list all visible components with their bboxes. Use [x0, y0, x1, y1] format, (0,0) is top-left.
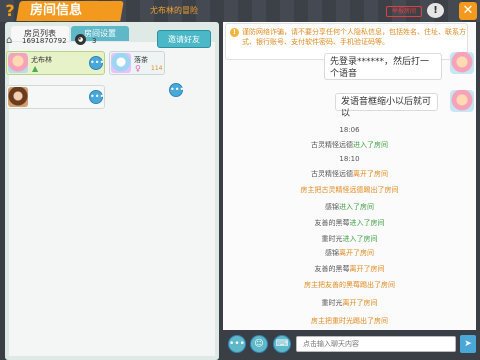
- home-icon: ⌂: [6, 35, 13, 46]
- player-count: 3: [92, 37, 97, 45]
- player-count-icon: ◕: [75, 34, 86, 45]
- chat-message: 发语音框缩小以后就可以: [335, 93, 438, 119]
- system-event: 房主把友善的黑莓踢出了房间: [223, 280, 476, 290]
- notice-text: 谨防网络诈骗，请不要分享任何个人隐私信息，包括姓名、住址、联系方式、银行账号、支…: [242, 28, 466, 46]
- help-icon[interactable]: ?: [4, 2, 16, 20]
- page-title: 房间信息: [30, 3, 83, 18]
- more-options-button[interactable]: •••: [169, 83, 184, 97]
- avatar: [8, 87, 28, 107]
- event-actor: 感锦: [325, 203, 339, 211]
- event-actor: 友善的黑莓: [314, 219, 350, 227]
- system-event: 重时光离开了房间: [223, 298, 476, 308]
- event-action: 离开了房间: [353, 170, 388, 178]
- avatar[interactable]: [450, 90, 474, 112]
- event-actor: 重时光: [321, 299, 343, 307]
- event-action: 进入了房间: [342, 235, 378, 243]
- event-actor: 古灵精怪远德: [311, 141, 353, 149]
- event-action: 进入了房间: [349, 219, 385, 227]
- chat-panel: ! 谨防网络诈骗，请不要分享任何个人隐私信息，包括姓名、住址、联系方式、银行账号…: [223, 22, 476, 360]
- warning-icon[interactable]: !: [427, 3, 444, 18]
- send-button[interactable]: ➤: [460, 335, 476, 353]
- event-actor: 古灵精怪远德: [311, 170, 353, 178]
- owner-up-icon: ▲: [32, 64, 39, 73]
- event-action: 离开了房间: [339, 249, 374, 257]
- report-room-button[interactable]: 举报房间: [386, 6, 422, 17]
- avatar[interactable]: [450, 52, 474, 74]
- event-action: 踢出了房间: [353, 317, 388, 325]
- player-card[interactable]: •••: [6, 85, 105, 109]
- player-score: 114: [151, 65, 163, 72]
- timestamp-text: 18:06: [339, 126, 360, 134]
- timestamp-text: 18:10: [339, 155, 360, 163]
- close-button[interactable]: ✕: [459, 2, 477, 20]
- invite-friends-button[interactable]: 邀请好友: [157, 30, 211, 48]
- avatar: [111, 53, 131, 73]
- event-actor: 友善的黑莓: [314, 265, 350, 273]
- event-action: 踢出了房间: [363, 186, 399, 194]
- event-action: 进入了房间: [353, 141, 388, 149]
- gender-icon: ♀: [135, 64, 141, 73]
- keyboard-icon[interactable]: ⌨: [273, 335, 291, 353]
- system-event: 房主把重时光踢出了房间: [223, 316, 476, 326]
- more-options-button[interactable]: •••: [89, 90, 104, 104]
- event-actor: 房主把友善的黑莓: [304, 281, 360, 289]
- chat-timestamp: 18:10: [223, 155, 476, 163]
- system-event: 感锦离开了房间: [223, 248, 476, 258]
- emoji-icon[interactable]: ☺: [250, 335, 268, 353]
- player-card[interactable]: 尤布林 ▲ •••: [6, 51, 105, 75]
- event-actor: 房主把古灵精怪远德: [300, 186, 364, 194]
- top-bar: ? 房间信息 尤布林的冒险 举报房间 ! ✕: [0, 0, 480, 22]
- system-event: 感锦进入了房间: [223, 202, 476, 212]
- player-card[interactable]: 落茶 ♀ 114: [109, 51, 165, 75]
- chat-message: 先登录******，然后打一个语音: [324, 53, 442, 80]
- event-actor: 房主把重时光: [311, 317, 353, 325]
- system-event: 友善的黑莓进入了房间: [223, 218, 476, 228]
- avatar: [8, 53, 28, 73]
- system-event: 古灵精怪远德离开了房间: [223, 169, 476, 179]
- room-id: 1691870792: [22, 37, 67, 45]
- chat-input-bar: ••• ☺ ⌨ ➤: [223, 330, 480, 360]
- system-event: 古灵精怪远德进入了房间: [223, 140, 476, 150]
- system-event: 重时光进入了房间: [223, 234, 476, 244]
- system-event: 房主把古灵精怪远德踢出了房间: [223, 185, 476, 195]
- event-actor: 感锦: [325, 249, 339, 257]
- event-actor: 重时光: [321, 235, 343, 243]
- room-name: 尤布林的冒险: [150, 6, 198, 15]
- info-icon: !: [230, 28, 239, 37]
- more-icon[interactable]: •••: [228, 335, 246, 353]
- chat-input[interactable]: [296, 336, 456, 352]
- event-action: 离开了房间: [342, 299, 378, 307]
- system-event: 友善的黑莓离开了房间: [223, 264, 476, 274]
- chat-timestamp: 18:06: [223, 126, 476, 134]
- event-action: 离开了房间: [349, 265, 385, 273]
- event-action: 踢出了房间: [360, 281, 395, 289]
- more-options-button[interactable]: •••: [89, 56, 104, 70]
- event-action: 进入了房间: [339, 203, 374, 211]
